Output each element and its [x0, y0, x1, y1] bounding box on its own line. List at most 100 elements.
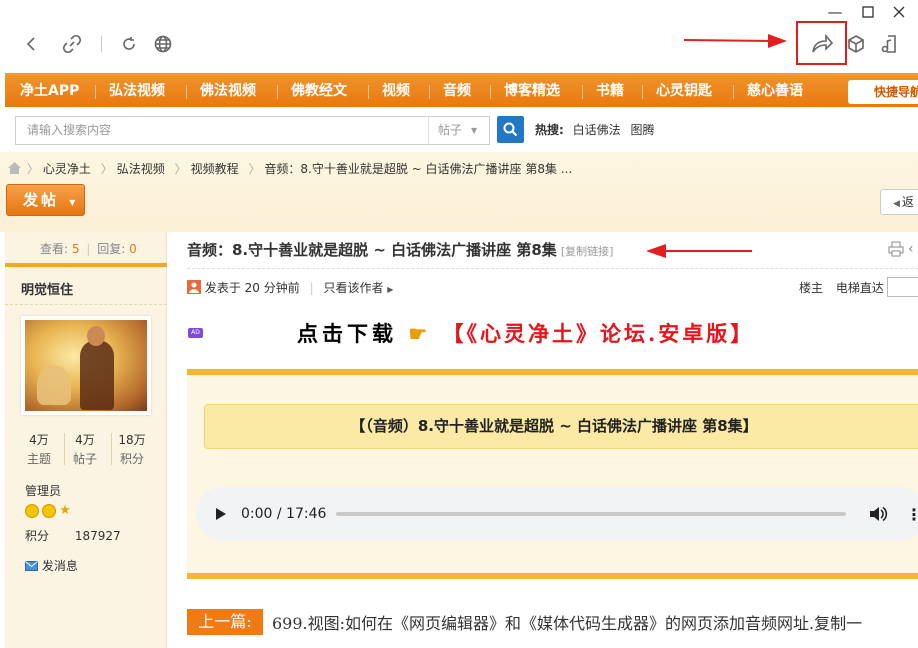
annotation-arrow-icon — [646, 244, 752, 258]
hot-search-item[interactable]: 白话佛法 — [573, 123, 621, 137]
quick-nav-button[interactable]: 快捷导航 — [848, 80, 918, 104]
nav-item-heart-key[interactable]: 心灵钥匙 — [656, 76, 712, 107]
play-icon[interactable] — [214, 505, 228, 523]
floor-nav: 楼主 电梯直达 — [799, 279, 884, 296]
prev-thread-icon[interactable]: ‹ — [908, 241, 914, 257]
audio-progress-bar[interactable] — [336, 512, 846, 516]
new-post-button[interactable]: 发帖 ▼ — [6, 184, 85, 216]
breadcrumb: 〉心灵净土 〉弘法视频 〉视频教程 〉音频：8.守十善业就是超脱 ~ 白话佛法广… — [8, 160, 576, 177]
nav-item-app[interactable]: 净土APP — [20, 76, 79, 107]
link-icon[interactable] — [59, 31, 85, 57]
nav-item-dharma-video[interactable]: 弘法视频 — [109, 76, 165, 107]
nav-separator — [490, 85, 491, 99]
nav-separator — [582, 85, 583, 99]
chevron-down-icon: ▼ — [69, 198, 76, 207]
stat-posts[interactable]: 4万 帖子 — [65, 431, 105, 467]
breadcrumb-item[interactable]: 视频教程 — [191, 162, 239, 176]
views-label: 查看: — [40, 242, 69, 256]
back-icon[interactable] — [19, 31, 45, 57]
pointing-hand-icon: ☛ — [408, 321, 432, 346]
more-options-icon[interactable]: ⋮ — [906, 505, 918, 524]
search-icon — [503, 122, 518, 137]
nav-item-books[interactable]: 书籍 — [596, 76, 624, 107]
sidebar-divider — [5, 304, 167, 305]
stat-label: 帖子 — [72, 452, 97, 466]
floor-number-input[interactable] — [887, 277, 918, 297]
author-name[interactable]: 明觉恒住 — [21, 279, 73, 298]
print-icon[interactable] — [888, 241, 904, 261]
sun-icon — [42, 503, 57, 518]
share-icon[interactable] — [809, 31, 835, 57]
return-button[interactable]: ◀ 返 — [880, 189, 918, 215]
floor-owner-label: 楼主 — [799, 281, 824, 295]
only-author-link[interactable]: 只看该作者 — [323, 281, 383, 295]
nav-separator — [642, 85, 643, 99]
points-label: 积分 — [25, 529, 50, 543]
views-count: 5 — [71, 242, 80, 256]
download-text: 点击下载 — [297, 321, 397, 346]
nav-separator — [733, 85, 734, 99]
volume-icon[interactable] — [868, 504, 888, 528]
globe-icon[interactable] — [150, 31, 176, 57]
home-icon[interactable] — [8, 162, 21, 174]
avatar-image — [25, 320, 147, 411]
caret-left-icon: ◀ — [893, 199, 900, 209]
stat-value: 18万 — [118, 433, 146, 447]
close-button[interactable] — [884, 2, 914, 22]
thread-stats: 查看: 5 | 回复: 0 — [40, 242, 137, 256]
send-message-link[interactable]: 发消息 — [25, 557, 78, 574]
maximize-button[interactable] — [853, 2, 883, 22]
search-input[interactable]: 请输入搜索内容 — [15, 116, 429, 145]
user-icon — [187, 280, 201, 294]
stat-points[interactable]: 18万 积分 — [112, 431, 152, 467]
elevator-label: 电梯直达 — [835, 281, 884, 295]
breadcrumb-item[interactable]: 音频：8.守十善业就是超脱 ~ 白话佛法广播讲座 第8集 ... — [264, 162, 572, 176]
hot-search: 热搜: 白话佛法 图腾 — [535, 121, 655, 138]
post-title: 音频：8.守十善业就是超脱 ~ 白话佛法广播讲座 第8集 [复制链接] — [187, 239, 613, 260]
prev-post-link[interactable]: 699.视图:如何在《网页编辑器》和《媒体代码生成器》的网页添加音频网址.复制一 — [272, 610, 862, 634]
post-meta: 发表于 20 分钟前 | 只看该作者 ▶ — [187, 279, 393, 296]
sidebar-divider — [5, 263, 167, 267]
nav-item-audio[interactable]: 音频 — [443, 76, 471, 107]
download-app-link[interactable]: 【《心灵净土》论坛.安卓版】 — [442, 321, 754, 346]
new-post-label: 发帖 — [23, 191, 60, 209]
nav-separator — [277, 85, 278, 99]
main-nav: 净土APP 弘法视频 佛法视频 佛教经文 视频 音频 博客精选 书籍 心灵钥匙 … — [5, 73, 918, 107]
stat-value: 4万 — [75, 433, 95, 447]
breadcrumb-item[interactable]: 弘法视频 — [117, 162, 165, 176]
nav-item-buddhist-video[interactable]: 佛法视频 — [200, 76, 256, 107]
annotation-arrow-icon — [684, 34, 787, 48]
stat-topics[interactable]: 4万 主题 — [19, 431, 59, 467]
refresh-icon[interactable] — [116, 31, 142, 57]
download-app-banner[interactable]: 点击下载 ☛ 【《心灵净土》论坛.安卓版】 — [297, 318, 754, 348]
return-label: 返 — [901, 195, 914, 209]
nav-item-sutras[interactable]: 佛教经文 — [291, 76, 347, 107]
stat-value: 4万 — [29, 433, 49, 447]
nav-item-blog[interactable]: 博客精选 — [504, 76, 560, 107]
ad-badge: AD — [188, 328, 203, 338]
replies-count: 0 — [129, 242, 137, 256]
hot-search-item[interactable]: 图腾 — [630, 123, 654, 137]
post-title-text: 音频：8.守十善业就是超脱 ~ 白话佛法广播讲座 第8集 — [187, 241, 557, 259]
caret-right-icon: ▶ — [387, 285, 394, 294]
post-divider — [187, 268, 918, 269]
send-message-label: 发消息 — [41, 559, 78, 573]
search-type-select[interactable]: 帖子 ▼ — [428, 116, 490, 145]
cube-icon[interactable] — [843, 31, 869, 57]
audio-time: 0:00 / 17:46 — [241, 506, 327, 522]
nav-separator — [368, 85, 369, 99]
nav-item-video[interactable]: 视频 — [382, 76, 410, 107]
nav-item-kind-words[interactable]: 慈心善语 — [747, 76, 803, 107]
hot-search-label: 热搜: — [535, 123, 564, 137]
search-type-label: 帖子 — [438, 123, 463, 137]
search-button[interactable] — [497, 116, 524, 143]
minimize-button[interactable]: — — [820, 2, 850, 22]
toolbar-divider — [101, 36, 102, 52]
copy-link-button[interactable]: [复制链接] — [561, 245, 614, 258]
avatar[interactable] — [21, 316, 151, 415]
user-role: 管理员 — [25, 484, 62, 498]
user-points: 积分 187927 — [25, 527, 121, 544]
breadcrumb-item[interactable]: 心灵净土 — [43, 162, 91, 176]
nav-separator — [429, 85, 430, 99]
music-file-icon[interactable] — [876, 31, 902, 57]
